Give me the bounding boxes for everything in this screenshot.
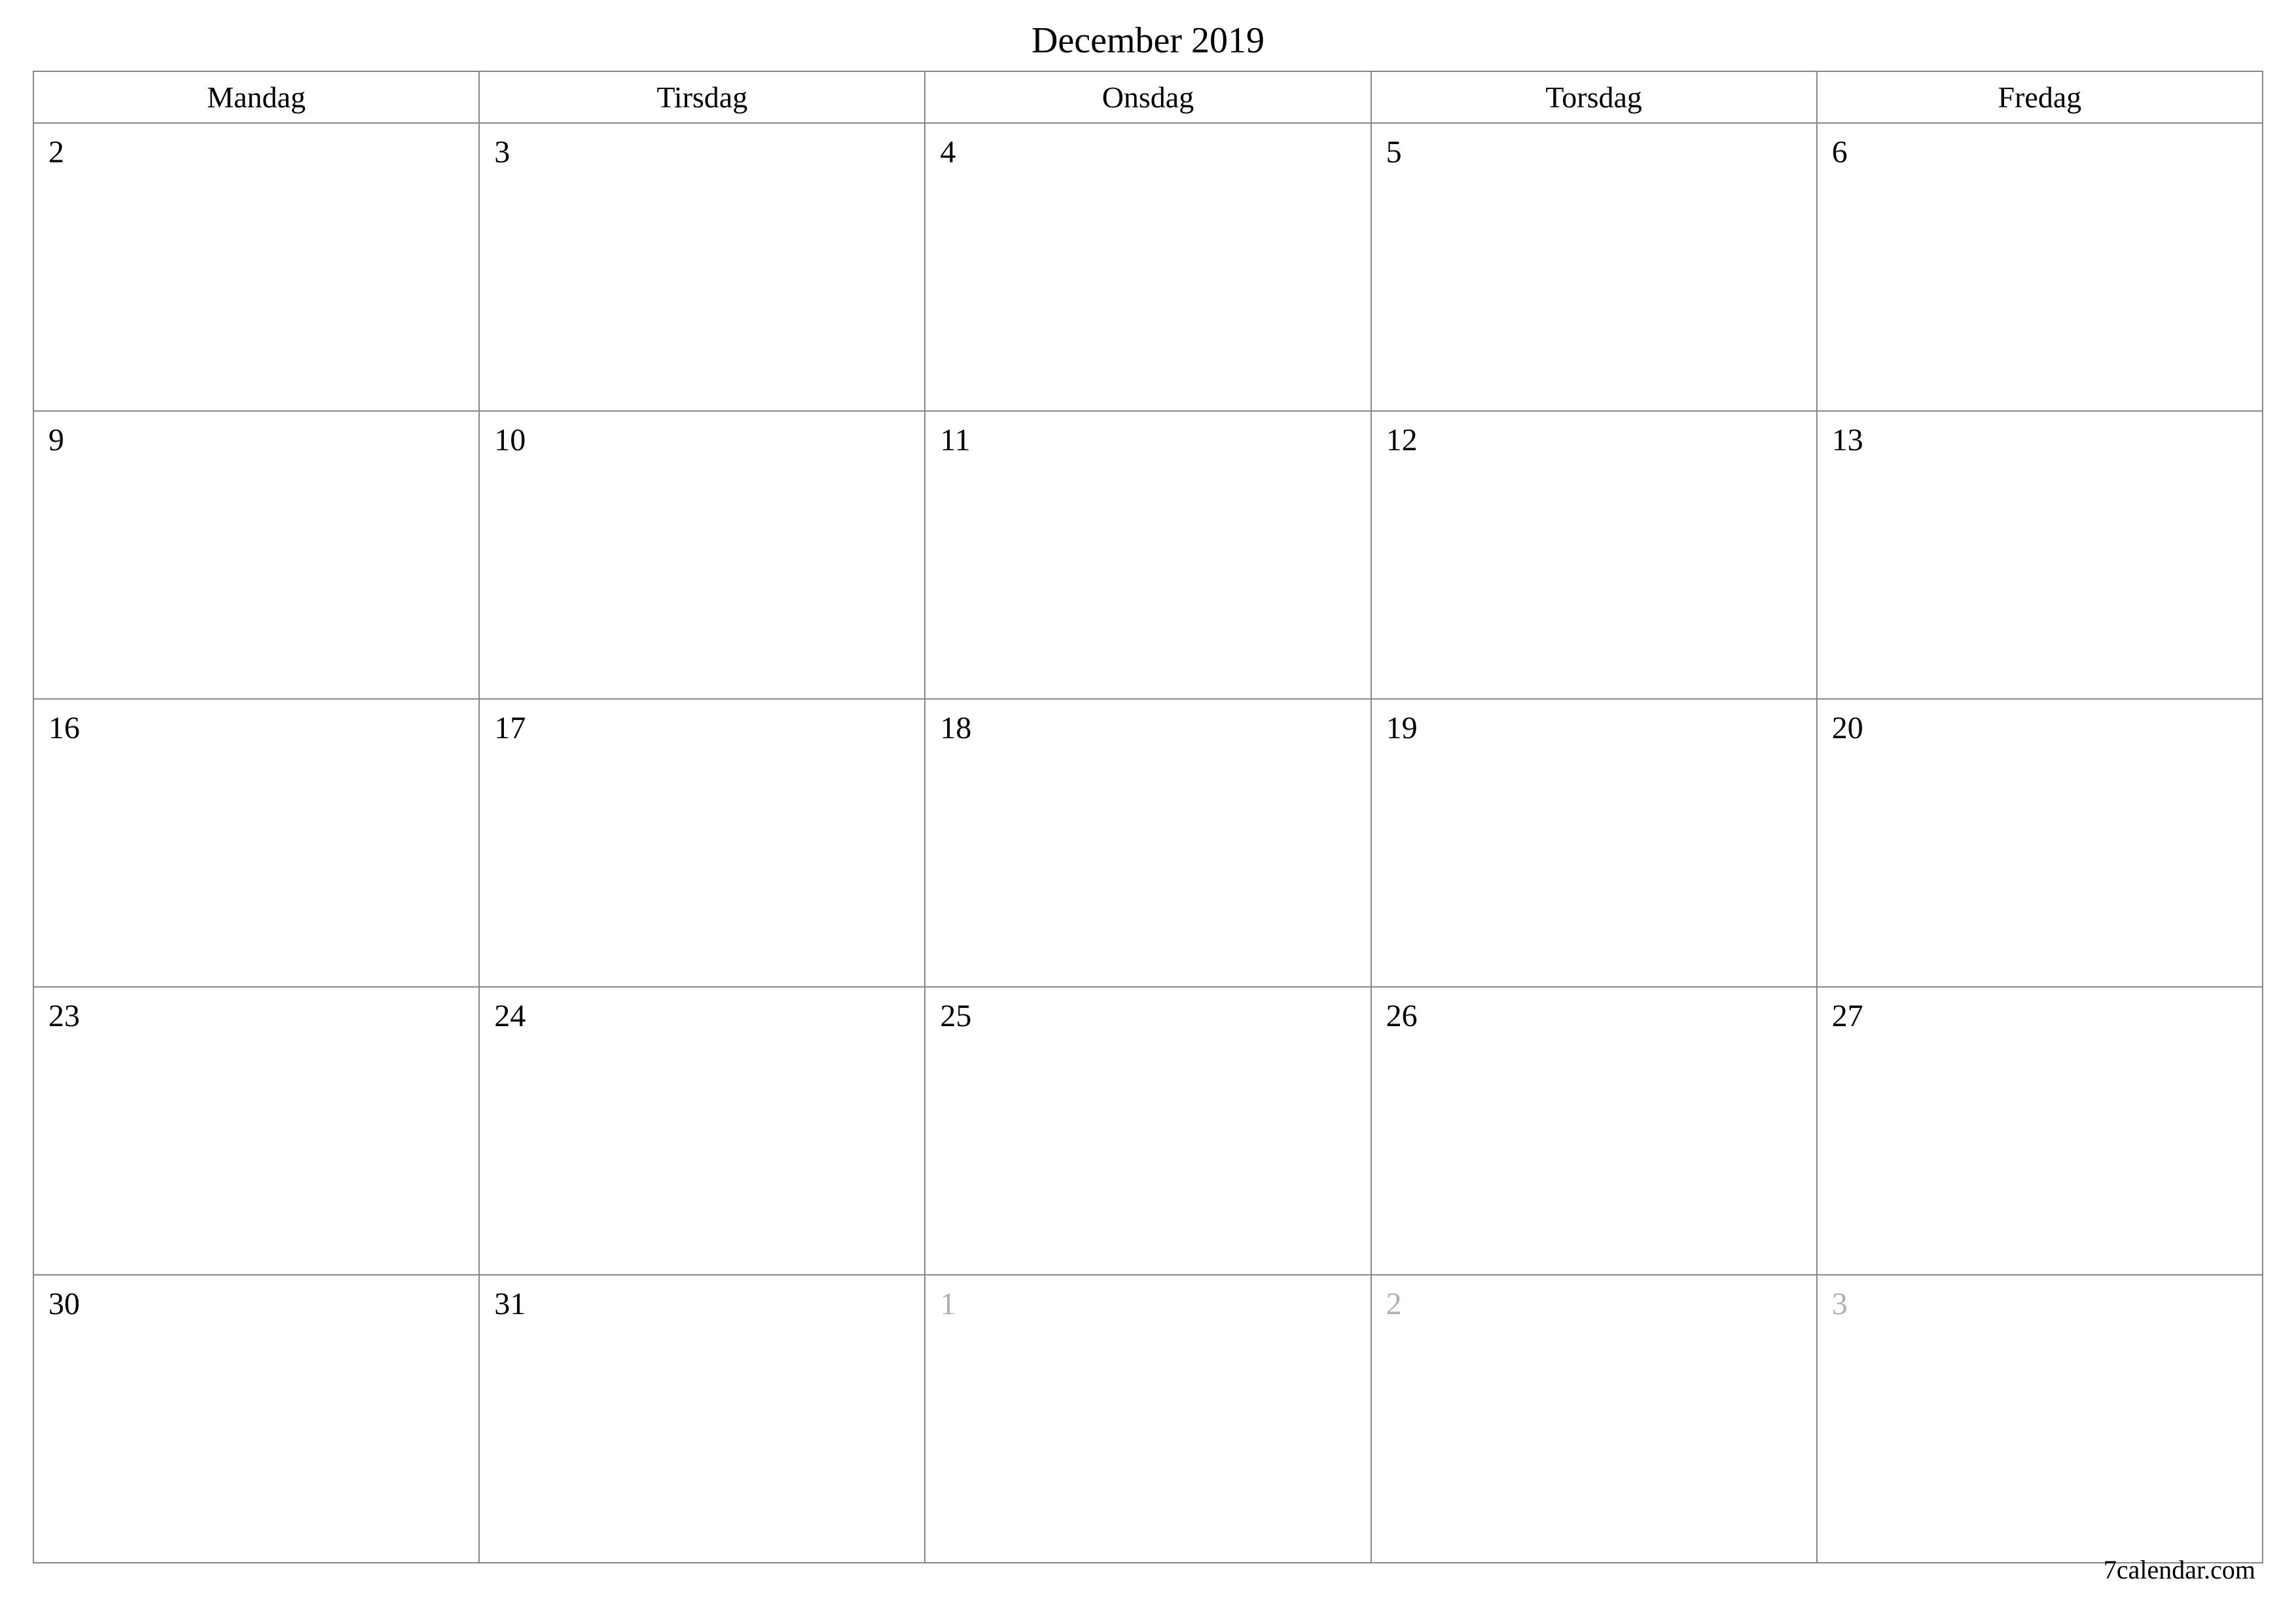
- day-number: 4: [940, 135, 956, 169]
- day-number: 30: [48, 1287, 80, 1321]
- calendar-day-cell: 13: [1817, 411, 2263, 699]
- footer-credit: 7calendar.com: [2104, 1554, 2255, 1585]
- calendar-day-cell: 19: [1371, 699, 1817, 987]
- calendar-day-cell: 18: [925, 699, 1371, 987]
- day-number: 26: [1386, 999, 1418, 1033]
- day-number: 12: [1386, 423, 1418, 457]
- calendar-day-cell: 1: [925, 1275, 1371, 1563]
- calendar-day-cell: 30: [33, 1275, 479, 1563]
- calendar-week-row: 2 3 4 5 6: [33, 123, 2263, 411]
- header-tuesday: Tirsdag: [479, 71, 925, 123]
- calendar-day-cell: 11: [925, 411, 1371, 699]
- header-friday: Fredag: [1817, 71, 2263, 123]
- day-number: 27: [1832, 999, 1863, 1033]
- day-number: 20: [1832, 711, 1863, 745]
- day-number: 3: [494, 135, 510, 169]
- day-number: 17: [494, 711, 526, 745]
- day-number: 11: [940, 423, 970, 457]
- day-number: 13: [1832, 423, 1863, 457]
- calendar-day-cell: 17: [479, 699, 925, 987]
- day-number: 31: [494, 1287, 526, 1321]
- header-thursday: Torsdag: [1371, 71, 1817, 123]
- calendar-week-row: 16 17 18 19 20: [33, 699, 2263, 987]
- day-number: 5: [1386, 135, 1402, 169]
- day-number: 9: [48, 423, 64, 457]
- day-number: 18: [940, 711, 971, 745]
- calendar-header-row: Mandag Tirsdag Onsdag Torsdag Fredag: [33, 71, 2263, 123]
- calendar-body: 2 3 4 5 6 9 10 11 12 13 16 17 18 19 20 2…: [33, 123, 2263, 1563]
- day-number: 19: [1386, 711, 1418, 745]
- calendar-day-cell: 26: [1371, 987, 1817, 1275]
- day-number: 6: [1832, 135, 1848, 169]
- calendar-day-cell: 3: [479, 123, 925, 411]
- calendar-day-cell: 4: [925, 123, 1371, 411]
- header-monday: Mandag: [33, 71, 479, 123]
- calendar-day-cell: 25: [925, 987, 1371, 1275]
- calendar-day-cell: 3: [1817, 1275, 2263, 1563]
- day-number: 16: [48, 711, 80, 745]
- day-number: 3: [1832, 1287, 1848, 1321]
- calendar-day-cell: 20: [1817, 699, 2263, 987]
- calendar-week-row: 9 10 11 12 13: [33, 411, 2263, 699]
- day-number: 25: [940, 999, 971, 1033]
- day-number: 2: [48, 135, 64, 169]
- day-number: 10: [494, 423, 526, 457]
- calendar-week-row: 23 24 25 26 27: [33, 987, 2263, 1275]
- calendar-day-cell: 12: [1371, 411, 1817, 699]
- calendar-day-cell: 2: [33, 123, 479, 411]
- day-number: 23: [48, 999, 80, 1033]
- calendar-day-cell: 23: [33, 987, 479, 1275]
- calendar-day-cell: 2: [1371, 1275, 1817, 1563]
- calendar-day-cell: 16: [33, 699, 479, 987]
- calendar-day-cell: 31: [479, 1275, 925, 1563]
- day-number: 24: [494, 999, 526, 1033]
- calendar-day-cell: 9: [33, 411, 479, 699]
- calendar-day-cell: 27: [1817, 987, 2263, 1275]
- day-number: 1: [940, 1287, 956, 1321]
- calendar-title: December 2019: [33, 20, 2263, 62]
- header-wednesday: Onsdag: [925, 71, 1371, 123]
- calendar-grid: Mandag Tirsdag Onsdag Torsdag Fredag 2 3…: [33, 71, 2263, 1563]
- calendar-day-cell: 10: [479, 411, 925, 699]
- calendar-day-cell: 5: [1371, 123, 1817, 411]
- calendar-day-cell: 6: [1817, 123, 2263, 411]
- day-number: 2: [1386, 1287, 1402, 1321]
- calendar-week-row: 30 31 1 2 3: [33, 1275, 2263, 1563]
- calendar-day-cell: 24: [479, 987, 925, 1275]
